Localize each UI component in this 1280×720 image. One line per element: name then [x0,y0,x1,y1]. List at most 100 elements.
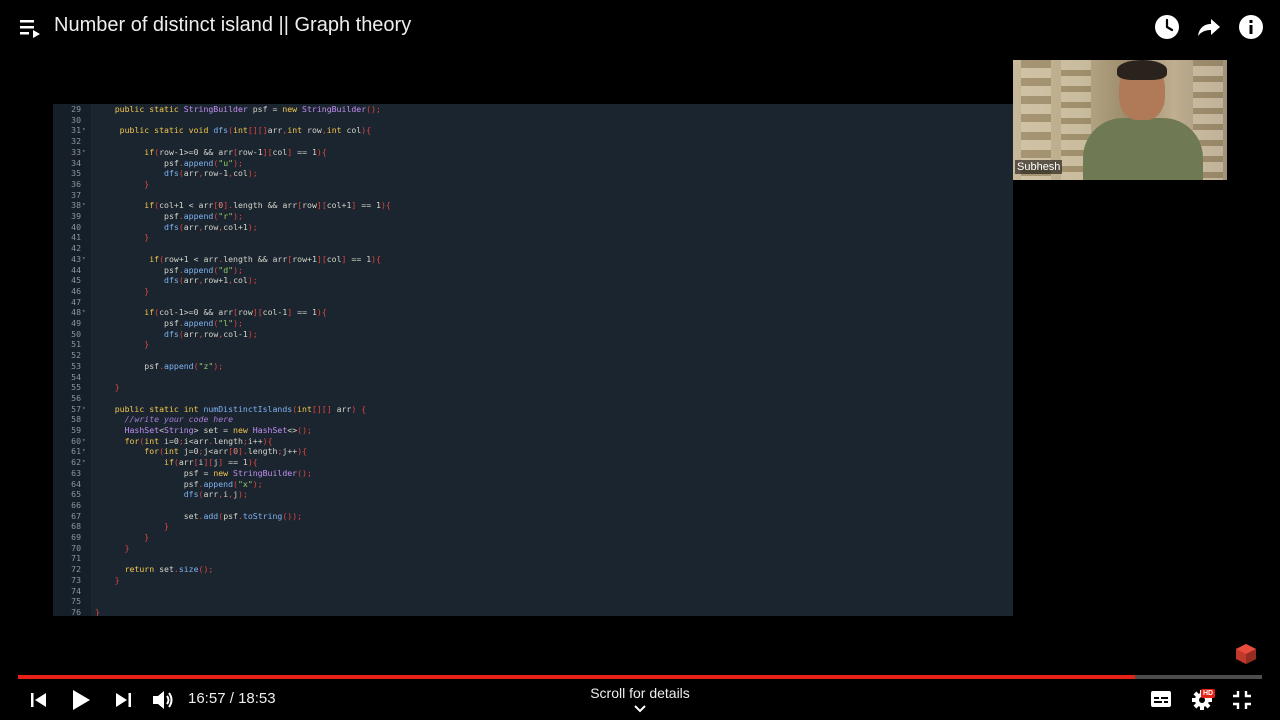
code-editor: 29 public static StringBuilder psf = new… [53,104,1013,616]
code-line: 54 [53,372,1013,383]
progress-bar[interactable] [18,675,1262,679]
code-text: for(int j=0;j<arr[0].length;j++){ [144,446,308,457]
code-line: 51 } [53,339,1013,350]
line-number: 67 [71,510,81,521]
code-text: dfs(arr,row,col+1); [164,221,258,232]
code-text: psf.append("l"); [95,318,243,328]
code-text: HashSet<String> set = new HashSet<>(); [124,425,312,435]
code-line: 53 psf.append("z"); [53,361,1013,372]
line-number: 45 [71,275,81,286]
code-text: dfs(arr,row+1,col); [164,275,258,286]
code-line: 52 [53,350,1013,361]
code-text: } [95,532,150,542]
scroll-for-details[interactable]: Scroll for details [540,685,740,701]
previous-icon[interactable] [30,691,48,709]
line-number: 72 [71,564,81,575]
code-text: psf.append("x"); [95,478,263,489]
line-number: 51 [71,339,81,350]
code-line: 67 set.add(psf.toString()); [53,511,1013,522]
fold-marker-icon[interactable]: ▾ [82,147,86,158]
video-title[interactable]: Number of distinct island || Graph theor… [54,14,411,37]
code-line: 36 } [53,179,1013,190]
code-text: } [95,542,130,553]
clock-icon[interactable] [1154,14,1180,40]
code-line: 74 [53,586,1013,597]
code-text: psf.append("u"); [95,157,243,168]
code-text: } [95,339,150,350]
chevron-down-icon[interactable] [633,704,647,714]
fold-marker-icon[interactable]: ▾ [82,457,86,468]
code-text: for(int i=0;i<arr.length;i++){ [124,435,273,446]
line-number: 42 [71,243,81,254]
code-line: 73 } [53,575,1013,586]
fold-marker-icon[interactable]: ▾ [82,446,86,457]
next-icon[interactable] [114,691,132,709]
line-number: 46 [71,285,81,296]
fold-marker-icon[interactable]: ▾ [82,125,86,136]
time-separator: / [225,690,239,707]
line-number: 38 [71,200,81,211]
line-number: 53 [71,360,81,371]
fold-marker-icon[interactable]: ▾ [82,200,86,211]
duration: 18:53 [238,690,276,707]
share-icon[interactable] [1196,14,1222,40]
fold-marker-icon[interactable]: ▾ [82,307,86,318]
code-text: psf.append("d"); [95,264,243,275]
play-icon[interactable] [71,689,91,711]
time-display: 16:57 / 18:53 [188,690,276,707]
code-line: 42 [53,243,1013,254]
code-line: 41 } [53,232,1013,243]
code-line: 56 [53,393,1013,404]
code-text: } [95,178,150,189]
code-line: 45 dfs(arr,row+1,col); [53,275,1013,286]
code-text: } [95,232,150,243]
line-number: 76 [71,606,81,616]
info-icon[interactable] [1238,14,1264,40]
line-number: 39 [71,211,81,221]
code-line: 50 dfs(arr,row,col-1); [53,329,1013,340]
code-text: set.add(psf.toString()); [95,510,303,521]
presenter-body [1083,118,1203,180]
line-number: 34 [71,157,81,168]
playlist-icon[interactable] [20,18,42,38]
line-number: 75 [71,596,81,607]
line-number: 55 [71,382,81,393]
code-text: if(row+1 < arr.length && arr[row+1][col]… [149,253,381,264]
fold-marker-icon[interactable]: ▾ [82,404,86,415]
line-number: 69 [71,532,81,542]
code-line: 40 dfs(arr,row,col+1); [53,222,1013,233]
code-text: psf.append("r"); [95,211,243,221]
line-number: 57 [71,403,81,414]
code-line: 63 psf = new StringBuilder(); [53,468,1013,479]
fold-marker-icon[interactable]: ▾ [82,254,86,265]
captions-icon[interactable] [1150,690,1172,708]
code-text: if(arr[i][j] == 1){ [164,457,258,468]
code-text: psf = new StringBuilder(); [95,467,312,478]
channel-watermark-icon[interactable] [1234,642,1258,666]
line-number: 74 [71,585,81,596]
code-line: 44 psf.append("d"); [53,265,1013,276]
line-number: 66 [71,499,81,510]
code-line: 33 ▾ if(row-1>=0 && arr[row-1][col] == 1)… [53,147,1013,158]
code-line: 64 psf.append("x"); [53,479,1013,490]
fold-marker-icon[interactable]: ▾ [82,436,86,447]
code-text: return set.size(); [124,564,214,575]
code-line: 61 ▾ for(int j=0;j<arr[0].length;j++){ [53,446,1013,457]
code-text: if(row-1>=0 && arr[row-1][col] == 1){ [144,146,327,157]
code-line: 59 HashSet<String> set = new HashSet<>()… [53,425,1013,436]
code-line: 46 } [53,286,1013,297]
code-line: 55 } [53,382,1013,393]
volume-icon[interactable] [151,688,175,712]
code-line: 48 ▾ if(col-1>=0 && arr[row][col-1] == 1)… [53,307,1013,318]
code-line: 32 [53,136,1013,147]
line-number: 60 [71,435,81,446]
player-controls: 16:57 / 18:53 Scroll for details HD [0,682,1280,720]
code-line: 70 } [53,543,1013,554]
code-text: psf.append("z"); [95,360,224,371]
line-number: 40 [71,221,81,232]
line-number: 30 [71,114,81,125]
line-number: 41 [71,232,81,243]
line-number: 43 [71,253,81,264]
line-number: 47 [71,296,81,307]
exit-fullscreen-icon[interactable] [1232,690,1252,710]
